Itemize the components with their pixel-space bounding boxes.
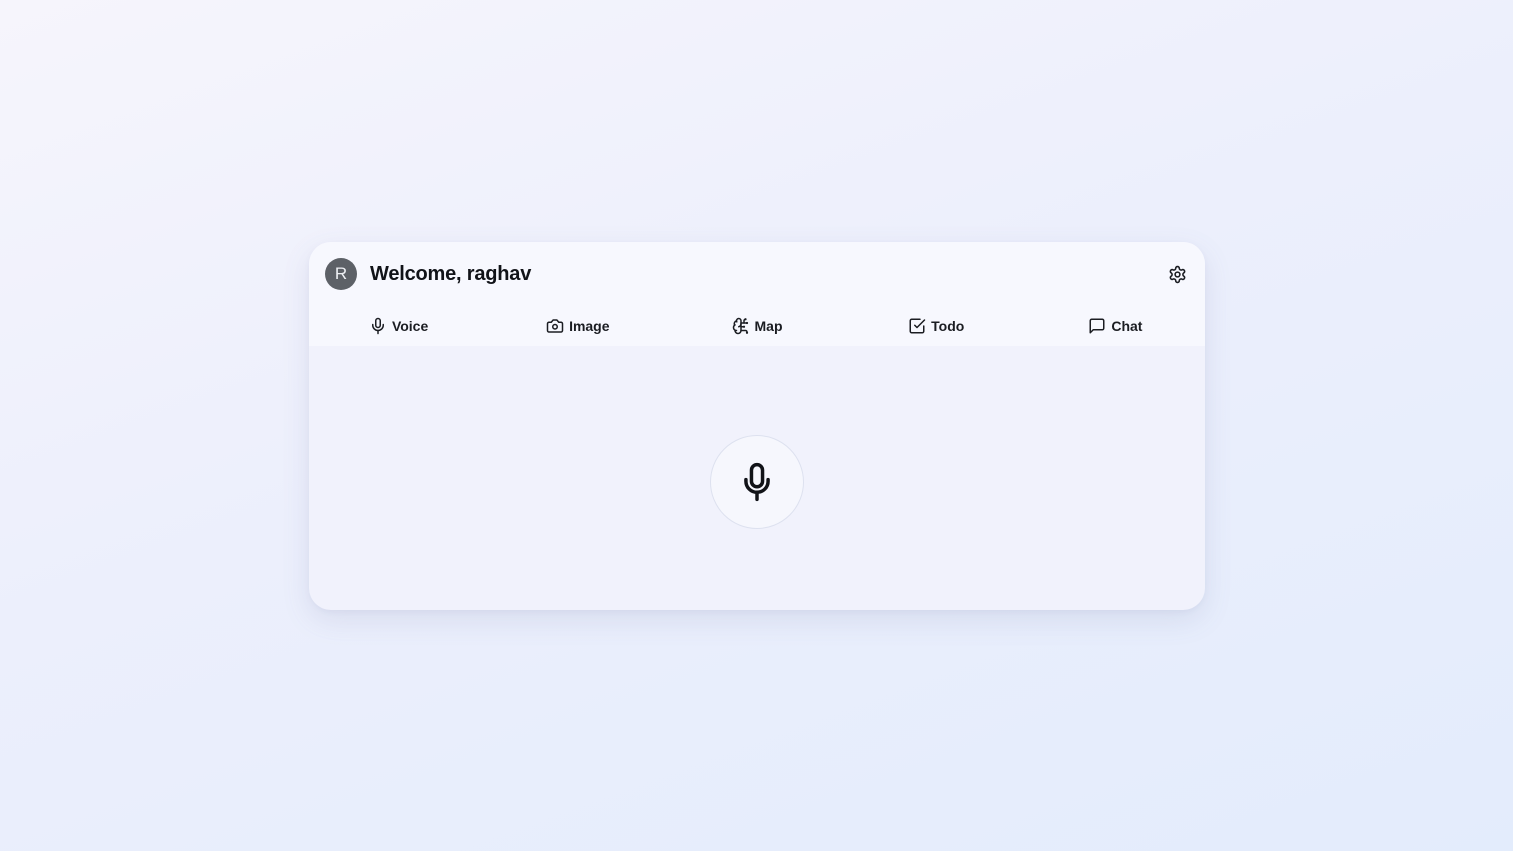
main-card: R Welcome, raghav Voice Image Map Todo C… xyxy=(309,242,1205,610)
tab-label: Chat xyxy=(1111,318,1143,334)
avatar[interactable]: R xyxy=(325,258,357,290)
tab-image[interactable]: Image xyxy=(488,314,667,338)
gear-icon xyxy=(1168,265,1187,284)
tab-label: Todo xyxy=(931,318,965,334)
record-button[interactable] xyxy=(710,435,804,529)
tab-voice[interactable]: Voice xyxy=(309,314,488,338)
settings-button[interactable] xyxy=(1165,262,1189,286)
voice-panel xyxy=(309,346,1205,610)
card-header: R Welcome, raghav Voice Image Map Todo C… xyxy=(309,242,1205,346)
brain-map-icon xyxy=(732,317,750,335)
tab-label: Map xyxy=(754,318,783,334)
tab-chat[interactable]: Chat xyxy=(1026,314,1205,338)
mode-tabs: Voice Image Map Todo Chat xyxy=(309,314,1205,338)
microphone-icon xyxy=(738,459,776,505)
tab-label: Voice xyxy=(391,318,429,334)
tab-todo[interactable]: Todo xyxy=(847,314,1026,338)
tab-map[interactable]: Map xyxy=(667,314,846,338)
welcome-title: Welcome, raghav xyxy=(370,262,532,285)
chat-bubble-icon xyxy=(1088,317,1106,335)
microphone-icon xyxy=(369,317,387,335)
checkbox-icon xyxy=(908,317,926,335)
camera-icon xyxy=(546,317,564,335)
tab-label: Image xyxy=(569,318,610,334)
header-row: R Welcome, raghav xyxy=(325,258,1189,290)
